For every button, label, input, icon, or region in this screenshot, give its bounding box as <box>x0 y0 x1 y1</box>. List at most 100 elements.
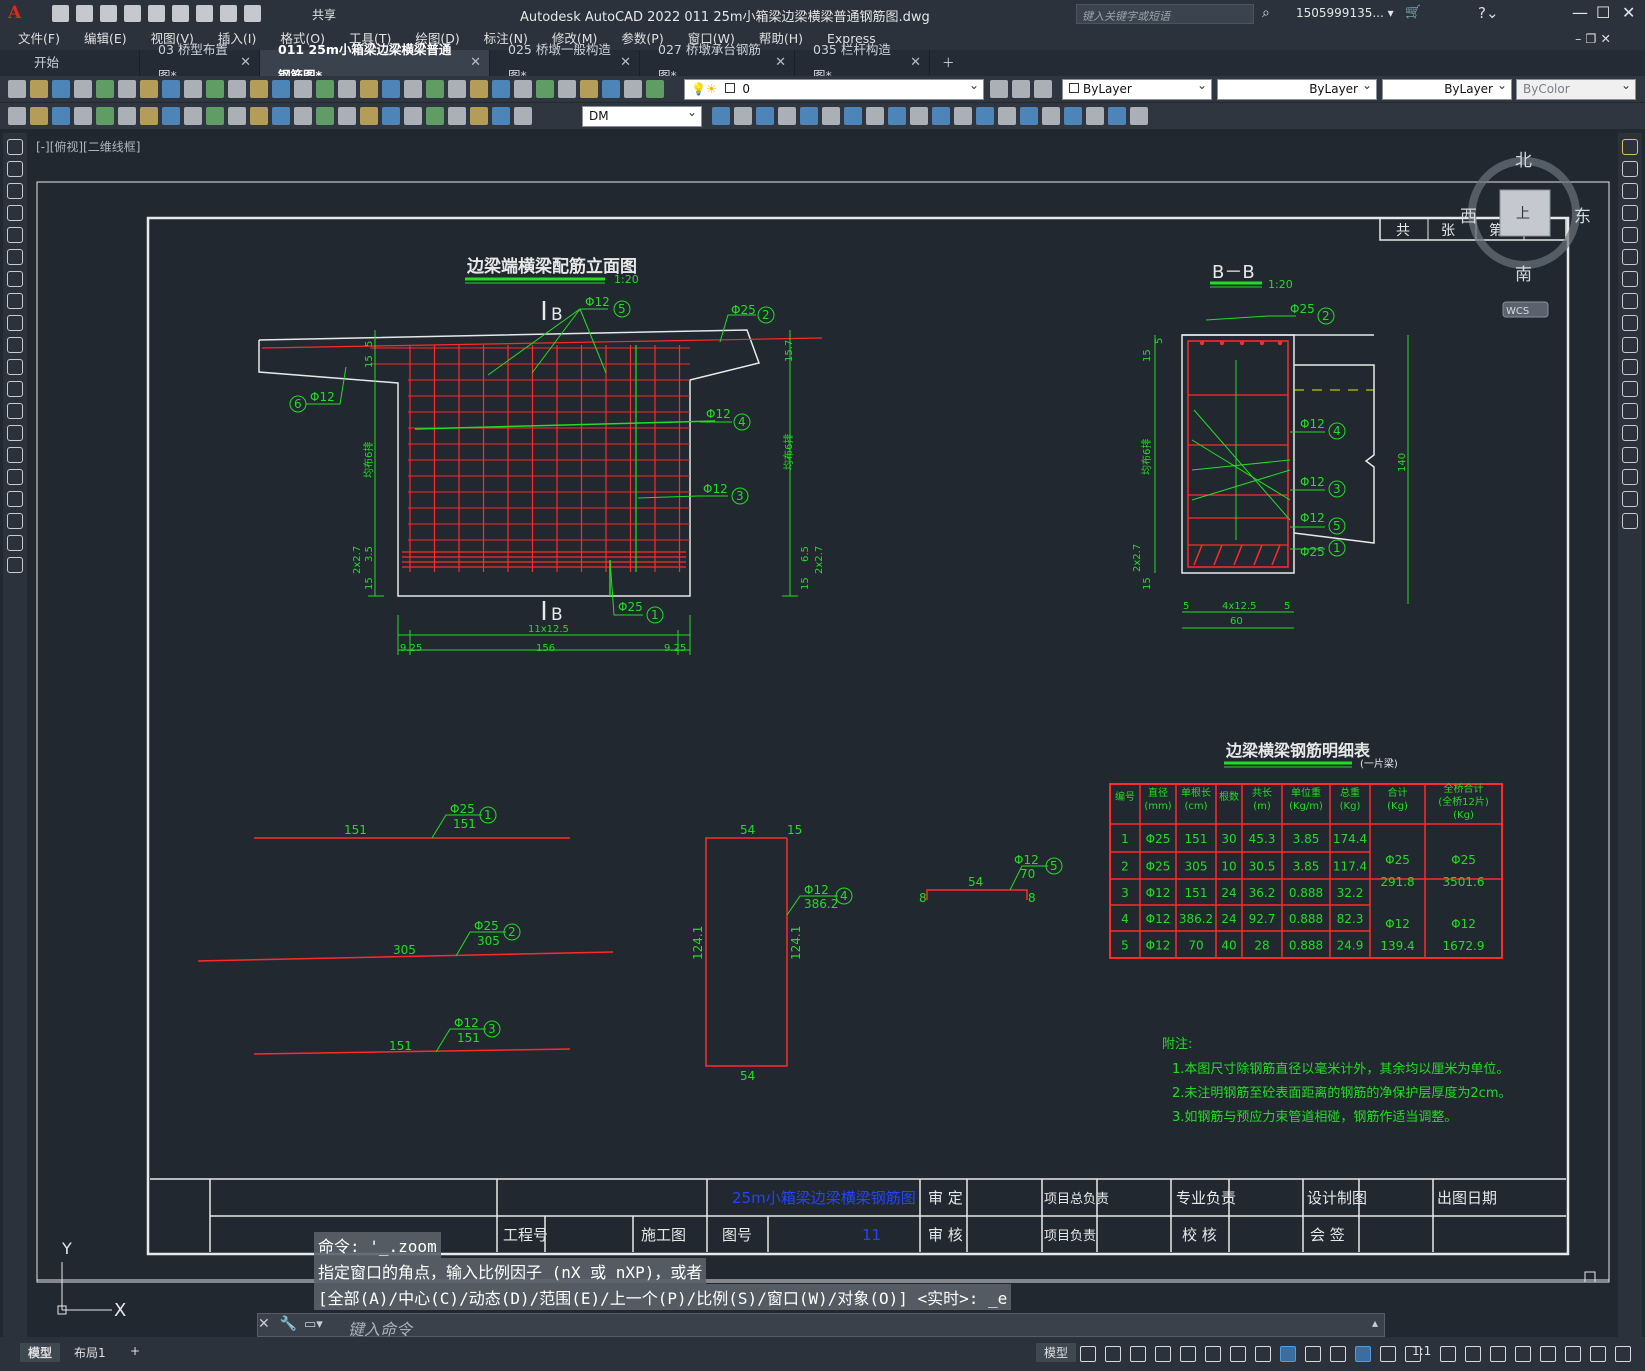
toolbar-tool-icon[interactable] <box>954 107 972 125</box>
textstyle-dropdown[interactable]: DM <box>582 105 702 127</box>
toolbar-tool-icon[interactable] <box>646 80 664 98</box>
draw-tool-icon[interactable] <box>7 491 23 507</box>
toolbar-tool-icon[interactable] <box>30 107 48 125</box>
open-file-icon[interactable] <box>76 5 93 22</box>
toolbar-tool-icon[interactable] <box>602 80 620 98</box>
draw-tool-icon[interactable] <box>7 381 23 397</box>
layer-tool-icon[interactable] <box>1012 80 1030 98</box>
modify-tool-icon[interactable] <box>1622 403 1638 419</box>
toolbar-tool-icon[interactable] <box>712 107 730 125</box>
redo-icon[interactable] <box>244 5 261 22</box>
command-line[interactable]: ▭▾ 键入命令 ▴ <box>257 1313 1385 1339</box>
status-toggle-icon[interactable] <box>1130 1346 1146 1362</box>
toolbar-tool-icon[interactable] <box>272 107 290 125</box>
toolbar-tool-icon[interactable] <box>800 107 818 125</box>
toolbar-tool-icon[interactable] <box>360 107 378 125</box>
draw-tool-icon[interactable] <box>7 359 23 375</box>
draw-tool-icon[interactable] <box>7 315 23 331</box>
toolbar-tool-icon[interactable] <box>118 80 136 98</box>
modify-tool-icon[interactable] <box>1622 513 1638 529</box>
draw-tool-icon[interactable] <box>7 139 23 155</box>
toolbar-tool-icon[interactable] <box>536 80 554 98</box>
plot-icon[interactable] <box>196 5 213 22</box>
drawing-window-controls[interactable]: – ❐ ✕ <box>1575 28 1611 50</box>
modify-tool-icon[interactable] <box>1622 425 1638 441</box>
toolbar-tool-icon[interactable] <box>228 107 246 125</box>
modify-tool-icon[interactable] <box>1622 447 1638 463</box>
toolbar-tool-icon[interactable] <box>756 107 774 125</box>
viewport-controls[interactable]: [-][俯视][二维线框] <box>36 138 140 155</box>
draw-tool-icon[interactable] <box>7 447 23 463</box>
modify-tool-icon[interactable] <box>1622 271 1638 287</box>
toolbar-tool-icon[interactable] <box>338 80 356 98</box>
cart-icon[interactable]: 🛒 <box>1405 5 1421 20</box>
tab-035[interactable]: 035 栏杆构造图*✕ <box>795 42 930 83</box>
status-tool-icon[interactable] <box>1590 1346 1606 1362</box>
toolbar-tool-icon[interactable] <box>206 107 224 125</box>
toolbar-tool-icon[interactable] <box>470 107 488 125</box>
status-toggle-icon[interactable] <box>1080 1346 1096 1362</box>
toolbar-tool-icon[interactable] <box>8 80 26 98</box>
menu-file[interactable]: 文件(F) <box>18 28 60 50</box>
toolbar-tool-icon[interactable] <box>250 80 268 98</box>
search-icon[interactable]: ⌕ <box>1262 5 1270 21</box>
status-toggle-icon[interactable] <box>1280 1346 1296 1362</box>
draw-tool-icon[interactable] <box>7 337 23 353</box>
toolbar-tool-icon[interactable] <box>250 107 268 125</box>
toolbar-tool-icon[interactable] <box>30 80 48 98</box>
status-toggle-icon[interactable] <box>1155 1346 1171 1362</box>
toolbar-tool-icon[interactable] <box>492 107 510 125</box>
toolbar-tool-icon[interactable] <box>514 107 532 125</box>
add-layout-button[interactable]: + <box>122 1343 148 1359</box>
modify-tool-icon[interactable] <box>1622 315 1638 331</box>
toolbar-tool-icon[interactable] <box>184 107 202 125</box>
layer-dropdown[interactable]: 💡☀ 0 <box>684 78 984 100</box>
lineweight-dropdown[interactable]: ByLayer <box>1382 78 1512 100</box>
toolbar-tool-icon[interactable] <box>492 80 510 98</box>
toolbar-tool-icon[interactable] <box>822 107 840 125</box>
draw-tool-icon[interactable] <box>7 469 23 485</box>
command-close-icon[interactable]: ✕ <box>258 1316 270 1332</box>
status-toggle-icon[interactable] <box>1330 1346 1346 1362</box>
toolbar-tool-icon[interactable] <box>470 80 488 98</box>
status-tool-icon[interactable] <box>1490 1346 1506 1362</box>
draw-tool-icon[interactable] <box>7 161 23 177</box>
toolbar-tool-icon[interactable] <box>294 107 312 125</box>
draw-tool-icon[interactable] <box>7 293 23 309</box>
status-toggle-icon[interactable] <box>1305 1346 1321 1362</box>
status-tool-icon[interactable] <box>1465 1346 1481 1362</box>
close-icon[interactable]: ✕ <box>1622 3 1635 22</box>
toolbar-tool-icon[interactable] <box>206 80 224 98</box>
web-save-icon[interactable] <box>172 5 189 22</box>
status-tool-icon[interactable] <box>1615 1346 1631 1362</box>
toolbar-tool-icon[interactable] <box>1064 107 1082 125</box>
model-space-button[interactable]: 模型 <box>1036 1343 1077 1362</box>
toolbar-tool-icon[interactable] <box>734 107 752 125</box>
draw-tool-icon[interactable] <box>7 205 23 221</box>
web-open-icon[interactable] <box>148 5 165 22</box>
status-toggle-icon[interactable] <box>1255 1346 1271 1362</box>
save-as-icon[interactable] <box>124 5 141 22</box>
status-toggle-icon[interactable] <box>1180 1346 1196 1362</box>
tab-03[interactable]: 03 桥型布置图*✕ <box>140 42 260 83</box>
autocad-logo-icon[interactable]: A <box>8 3 21 23</box>
modify-tool-icon[interactable] <box>1622 293 1638 309</box>
draw-tool-icon[interactable] <box>7 513 23 529</box>
modify-tool-icon[interactable] <box>1622 249 1638 265</box>
toolbar-tool-icon[interactable] <box>52 107 70 125</box>
modify-tool-icon[interactable] <box>1622 139 1638 155</box>
status-toggle-icon[interactable] <box>1355 1346 1371 1362</box>
tab-025[interactable]: 025 桥墩一般构造图*✕ <box>490 42 640 83</box>
search-input[interactable]: 键入关键字或短语 <box>1076 4 1254 24</box>
status-tool-icon[interactable] <box>1565 1346 1581 1362</box>
close-tab-icon[interactable]: ✕ <box>775 50 786 76</box>
toolbar-tool-icon[interactable] <box>932 107 950 125</box>
toolbar-tool-icon[interactable] <box>96 80 114 98</box>
toolbar-tool-icon[interactable] <box>426 80 444 98</box>
close-tab-icon[interactable]: ✕ <box>910 50 921 76</box>
toolbar-tool-icon[interactable] <box>976 107 994 125</box>
toolbar-tool-icon[interactable] <box>514 80 532 98</box>
tab-011[interactable]: 011 25m小箱梁边梁横梁普通钢筋图*✕ <box>260 42 490 83</box>
plotstyle-dropdown[interactable]: ByColor <box>1516 78 1636 100</box>
maximize-icon[interactable]: ☐ <box>1596 3 1610 22</box>
